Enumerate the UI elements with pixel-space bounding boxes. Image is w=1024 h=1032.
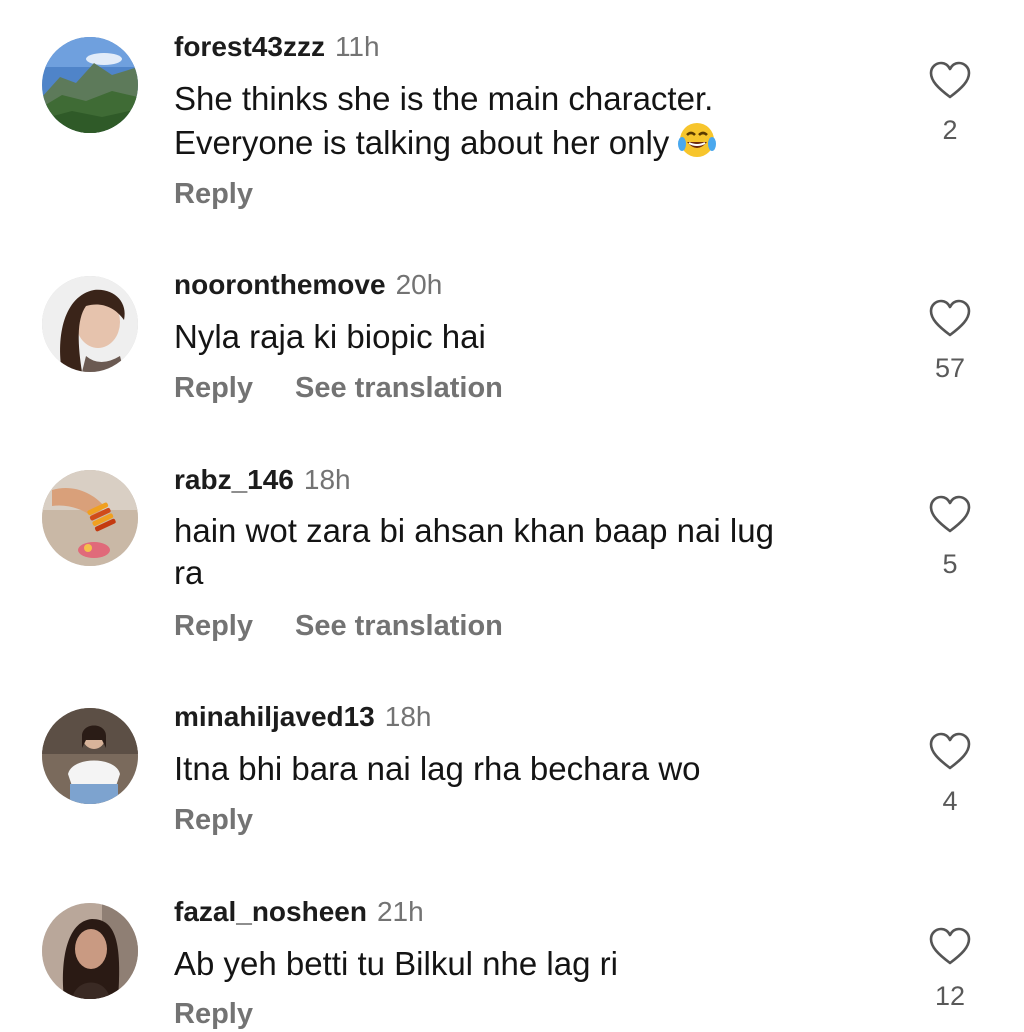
comment-text-line: ra: [174, 554, 204, 591]
reply-button[interactable]: Reply: [174, 178, 253, 210]
reply-button[interactable]: Reply: [174, 610, 253, 642]
comment-text: hain wot zara bi ahsan khan baap nai lug…: [174, 510, 874, 594]
comment-actions: Reply See translation: [174, 608, 503, 644]
avatar[interactable]: [42, 276, 138, 372]
avatar[interactable]: [42, 470, 138, 566]
heart-icon[interactable]: [928, 731, 972, 771]
reply-button[interactable]: Reply: [174, 804, 253, 836]
like-area: 12: [920, 926, 980, 1012]
avatar[interactable]: [42, 708, 138, 804]
like-count: 57: [934, 353, 966, 383]
like-area: 2: [920, 60, 980, 146]
comment-text-line: hain wot zara bi ahsan khan baap nai lug: [174, 512, 774, 549]
comment-text-line: Ab yeh betti tu Bilkul nhe lag ri: [174, 945, 618, 982]
avatar-portrait-image: [42, 276, 138, 372]
comment-actions: Reply: [174, 802, 253, 838]
like-count: 2: [942, 115, 958, 145]
heart-icon[interactable]: [928, 60, 972, 100]
comment-text-line-with-emoji: Everyone is talking about her only: [174, 120, 874, 164]
timestamp: 20h: [395, 269, 443, 300]
see-translation-button[interactable]: See translation: [295, 372, 503, 404]
username[interactable]: rabz_146: [174, 464, 294, 495]
comment-meta: rabz_146 18h: [174, 463, 351, 497]
heart-icon[interactable]: [928, 298, 972, 338]
timestamp: 21h: [376, 896, 424, 927]
avatar-woman-portrait-image: [42, 903, 138, 999]
comment-actions: Reply: [174, 176, 253, 212]
avatar-hands-bangles-image: [42, 470, 138, 566]
reply-button[interactable]: Reply: [174, 372, 253, 404]
like-area: 57: [920, 298, 980, 384]
avatar[interactable]: [42, 37, 138, 133]
see-translation-button[interactable]: See translation: [295, 610, 503, 642]
like-count: 4: [942, 786, 958, 816]
reply-button[interactable]: Reply: [174, 998, 253, 1030]
username[interactable]: fazal_nosheen: [174, 896, 367, 927]
comment-text-line: Nyla raja ki biopic hai: [174, 318, 486, 355]
like-area: 5: [920, 494, 980, 580]
username[interactable]: nooronthemove: [174, 269, 386, 300]
like-count: 5: [942, 549, 958, 579]
avatar-mountain-image: [42, 37, 138, 133]
comment-text-line: She thinks she is the main character.: [174, 80, 714, 117]
comment-text-line: Everyone is talking about her only: [174, 124, 670, 161]
comment-text: Ab yeh betti tu Bilkul nhe lag ri: [174, 943, 874, 985]
timestamp: 18h: [303, 464, 351, 495]
face-with-tears-of-joy-icon: [678, 123, 717, 157]
timestamp: 18h: [384, 701, 432, 732]
comment-text: Itna bhi bara nai lag rha bechara wo: [174, 748, 874, 790]
heart-icon[interactable]: [928, 494, 972, 534]
username[interactable]: minahiljaved13: [174, 701, 375, 732]
comment-text: She thinks she is the main character. Ev…: [174, 78, 874, 164]
comment-text-line: Itna bhi bara nai lag rha bechara wo: [174, 750, 701, 787]
like-count: 12: [934, 981, 966, 1011]
comment-meta: minahiljaved13 18h: [174, 700, 431, 734]
avatar[interactable]: [42, 903, 138, 999]
timestamp: 11h: [334, 31, 380, 62]
like-area: 4: [920, 731, 980, 817]
avatar-seated-person-image: [42, 708, 138, 804]
comment-actions: Reply: [174, 996, 253, 1032]
comment-actions: Reply See translation: [174, 370, 503, 406]
comment-meta: fazal_nosheen 21h: [174, 895, 424, 929]
username[interactable]: forest43zzz: [174, 31, 325, 62]
comment-meta: forest43zzz 11h: [174, 30, 380, 64]
comment-meta: nooronthemove 20h: [174, 268, 442, 302]
heart-icon[interactable]: [928, 926, 972, 966]
comment-text: Nyla raja ki biopic hai: [174, 316, 874, 358]
